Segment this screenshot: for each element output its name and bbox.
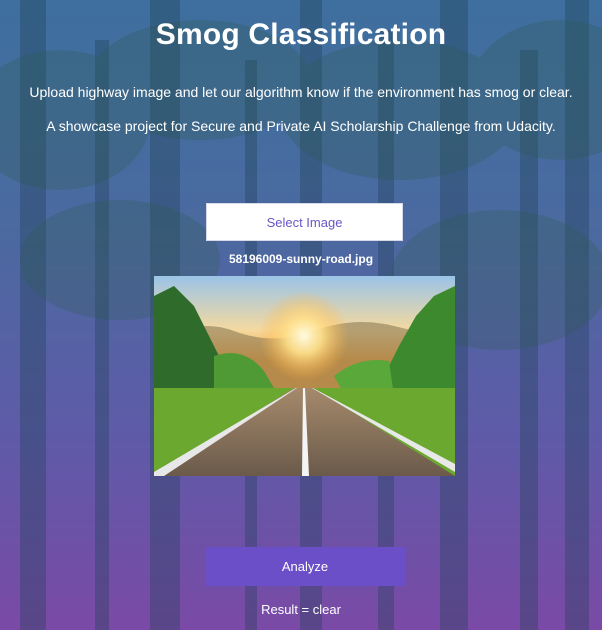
select-image-button[interactable]: Select Image <box>206 203 403 241</box>
road-image <box>154 276 455 476</box>
description-text: Upload highway image and let our algorit… <box>29 84 573 100</box>
tagline-text: A showcase project for Secure and Privat… <box>46 118 556 134</box>
page-title: Smog Classification <box>155 18 447 51</box>
main-panel: Smog Classification Upload highway image… <box>0 0 602 630</box>
analyze-button[interactable]: Analyze <box>205 547 405 586</box>
image-preview <box>154 276 455 476</box>
result-text: Result = clear <box>261 602 341 617</box>
selected-filename: 58196009-sunny-road.jpg <box>228 252 374 266</box>
